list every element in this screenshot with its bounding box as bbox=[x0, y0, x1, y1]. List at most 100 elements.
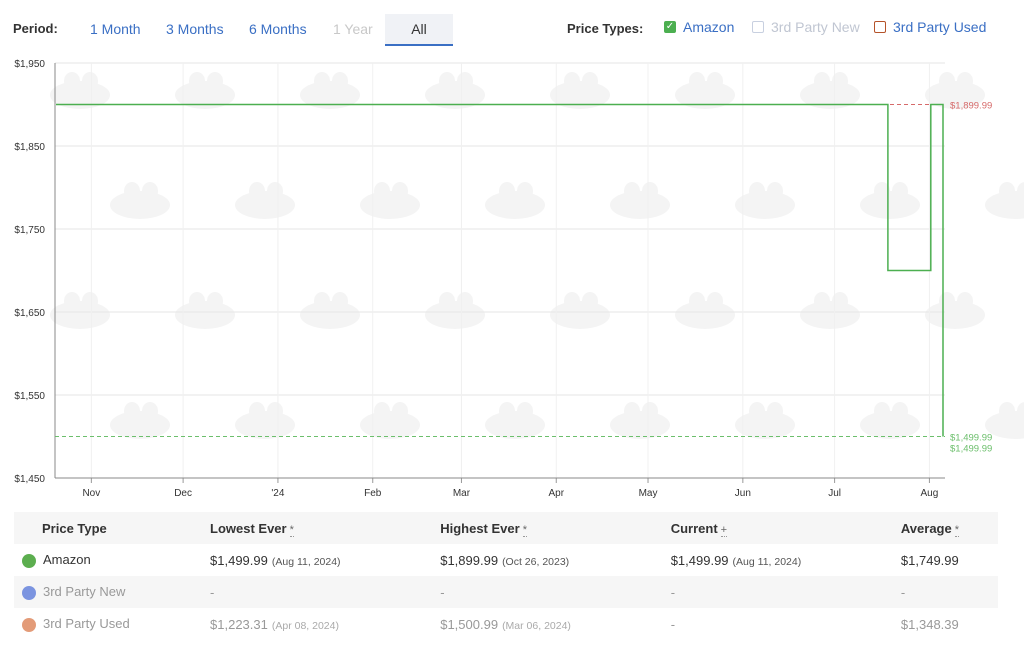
series-end-label: $1,499.99 bbox=[950, 444, 992, 455]
watermark-camel-hump bbox=[939, 72, 955, 90]
price-type-3rd-party-used-toggle[interactable]: 3rd Party Used bbox=[874, 19, 986, 35]
row-name: 3rd Party New bbox=[43, 584, 126, 600]
series-line-amazon bbox=[56, 103, 944, 437]
period-6-months-button[interactable]: 6 Months bbox=[237, 14, 319, 46]
row-name-cell: Amazon bbox=[14, 544, 182, 576]
watermark-camel-hump bbox=[439, 72, 455, 90]
highest-value: $1,899.99 bbox=[440, 552, 499, 568]
watermark-camel-hump bbox=[499, 402, 515, 420]
watermark-camel-hump bbox=[124, 182, 140, 200]
table-row: Amazon $1,499.99 (Aug 11, 2024) $1,899.99… bbox=[14, 544, 998, 576]
watermark-camel-hump bbox=[374, 182, 390, 200]
tooltip-marker[interactable]: * bbox=[522, 523, 527, 537]
watermark-camel-hump bbox=[642, 182, 658, 200]
row-name-cell: 3rd Party New bbox=[14, 576, 183, 608]
watermark-camel-icon bbox=[110, 411, 170, 439]
header-label: Average bbox=[900, 520, 952, 536]
watermark-camel-hump bbox=[374, 402, 390, 420]
header-average: Average * bbox=[872, 512, 998, 544]
x-tick-label: Dec bbox=[174, 488, 192, 499]
price-type-amazon-toggle[interactable]: ✓ Amazon bbox=[664, 19, 734, 35]
watermark-camel-hump bbox=[82, 72, 98, 90]
watermark-camel-hump bbox=[689, 292, 705, 310]
series-dot-icon bbox=[22, 585, 36, 600]
watermark-camel-hump bbox=[999, 402, 1015, 420]
watermark-camel-icon bbox=[925, 301, 985, 329]
current-cell: - bbox=[642, 576, 873, 608]
lowest-value: $1,499.99 bbox=[210, 552, 268, 568]
x-tick-label: Jun bbox=[735, 488, 751, 499]
price-types-label: Price Types: bbox=[567, 21, 644, 36]
average-cell: $1,749.99 bbox=[873, 544, 998, 576]
current-cell: $1,499.99 (Aug 11, 2024) bbox=[643, 544, 873, 576]
watermark-camel-hump bbox=[624, 182, 640, 200]
header-label: Lowest Ever bbox=[210, 520, 287, 536]
period-all-button[interactable]: All bbox=[385, 14, 453, 46]
watermark-camel-icon bbox=[360, 411, 420, 439]
x-tick-label: Jul bbox=[828, 488, 841, 499]
watermark-camel-icon bbox=[235, 411, 295, 439]
watermark-camel-hump bbox=[207, 72, 223, 90]
period-1-year-button[interactable]: 1 Year bbox=[321, 14, 385, 46]
watermark-camel-hump bbox=[814, 292, 830, 310]
header-price-type: Price Type bbox=[14, 512, 183, 544]
watermark-camel-hump bbox=[957, 292, 973, 310]
lowest-date: (Apr 08, 2024) bbox=[271, 619, 339, 632]
x-tick-label: Nov bbox=[82, 488, 100, 499]
watermark-camel-hump bbox=[707, 72, 723, 90]
watermark-camel-hump bbox=[392, 402, 408, 420]
x-tick-label: May bbox=[639, 488, 658, 499]
y-tick-label: $1,650 bbox=[14, 308, 45, 319]
header-highest-ever: Highest Ever * bbox=[412, 512, 643, 544]
watermark-camel-icon bbox=[175, 301, 235, 329]
average-value: $1,749.99 bbox=[900, 552, 959, 568]
lowest-date: (Aug 11, 2024) bbox=[271, 555, 341, 568]
current-value: - bbox=[670, 616, 676, 632]
x-tick-label: Aug bbox=[921, 488, 939, 499]
watermark-camel-hump bbox=[689, 72, 705, 90]
highest-cell: $1,500.99 (Mar 06, 2024) bbox=[412, 608, 642, 640]
current-value: - bbox=[670, 584, 676, 600]
average-cell: - bbox=[872, 576, 998, 608]
watermark-camel-icon bbox=[610, 191, 670, 219]
price-type-3rd-party-new-toggle[interactable]: 3rd Party New bbox=[752, 19, 860, 35]
controls-bar: Period: 1 Month 3 Months 6 Months 1 Year… bbox=[0, 0, 1024, 48]
watermark-camel-hump bbox=[874, 402, 890, 420]
watermark-camel-hump bbox=[207, 292, 223, 310]
period-1-month-button[interactable]: 1 Month bbox=[78, 14, 153, 46]
period-3-months-button[interactable]: 3 Months bbox=[154, 14, 236, 46]
watermark-camel-hump bbox=[267, 182, 283, 200]
watermark-camel-icon bbox=[860, 191, 920, 219]
reference-line-label: $1,499.99 bbox=[950, 433, 992, 444]
y-tick-label: $1,850 bbox=[14, 142, 45, 153]
highest-date: (Oct 26, 2023) bbox=[502, 555, 570, 568]
watermark-camel-hump bbox=[999, 182, 1015, 200]
current-date: (Aug 11, 2024) bbox=[732, 555, 802, 568]
watermark-camel-hump bbox=[332, 72, 348, 90]
watermark-camel-hump bbox=[314, 72, 330, 90]
y-tick-label: $1,750 bbox=[14, 225, 45, 236]
y-tick-label: $1,450 bbox=[14, 474, 45, 485]
price-stats-table: Price Type Lowest Ever * Highest Ever * Cu… bbox=[14, 512, 998, 640]
watermark-camel-hump bbox=[189, 72, 205, 90]
watermark-camel-hump bbox=[64, 292, 80, 310]
watermark-camel-hump bbox=[267, 402, 283, 420]
period-label: Period: bbox=[13, 21, 58, 36]
checkbox-checked-icon: ✓ bbox=[664, 21, 676, 33]
watermark-camel-hump bbox=[624, 402, 640, 420]
highest-value: - bbox=[440, 584, 445, 600]
average-value: - bbox=[900, 584, 906, 600]
watermark-camel-icon bbox=[675, 301, 735, 329]
watermark-camel-icon bbox=[800, 301, 860, 329]
current-cell: - bbox=[643, 608, 873, 640]
average-cell: $1,348.39 bbox=[873, 608, 998, 640]
tooltip-marker[interactable]: * bbox=[954, 523, 960, 537]
watermark-camel-icon bbox=[110, 191, 170, 219]
highest-cell: $1,899.99 (Oct 26, 2023) bbox=[412, 544, 642, 576]
watermark-camel-hump bbox=[332, 292, 348, 310]
header-label: Highest Ever bbox=[440, 520, 520, 536]
watermark-camel-hump bbox=[892, 402, 908, 420]
tooltip-marker[interactable]: + bbox=[720, 523, 728, 537]
tooltip-marker[interactable]: * bbox=[289, 523, 294, 537]
watermark-camel-hump bbox=[767, 402, 783, 420]
